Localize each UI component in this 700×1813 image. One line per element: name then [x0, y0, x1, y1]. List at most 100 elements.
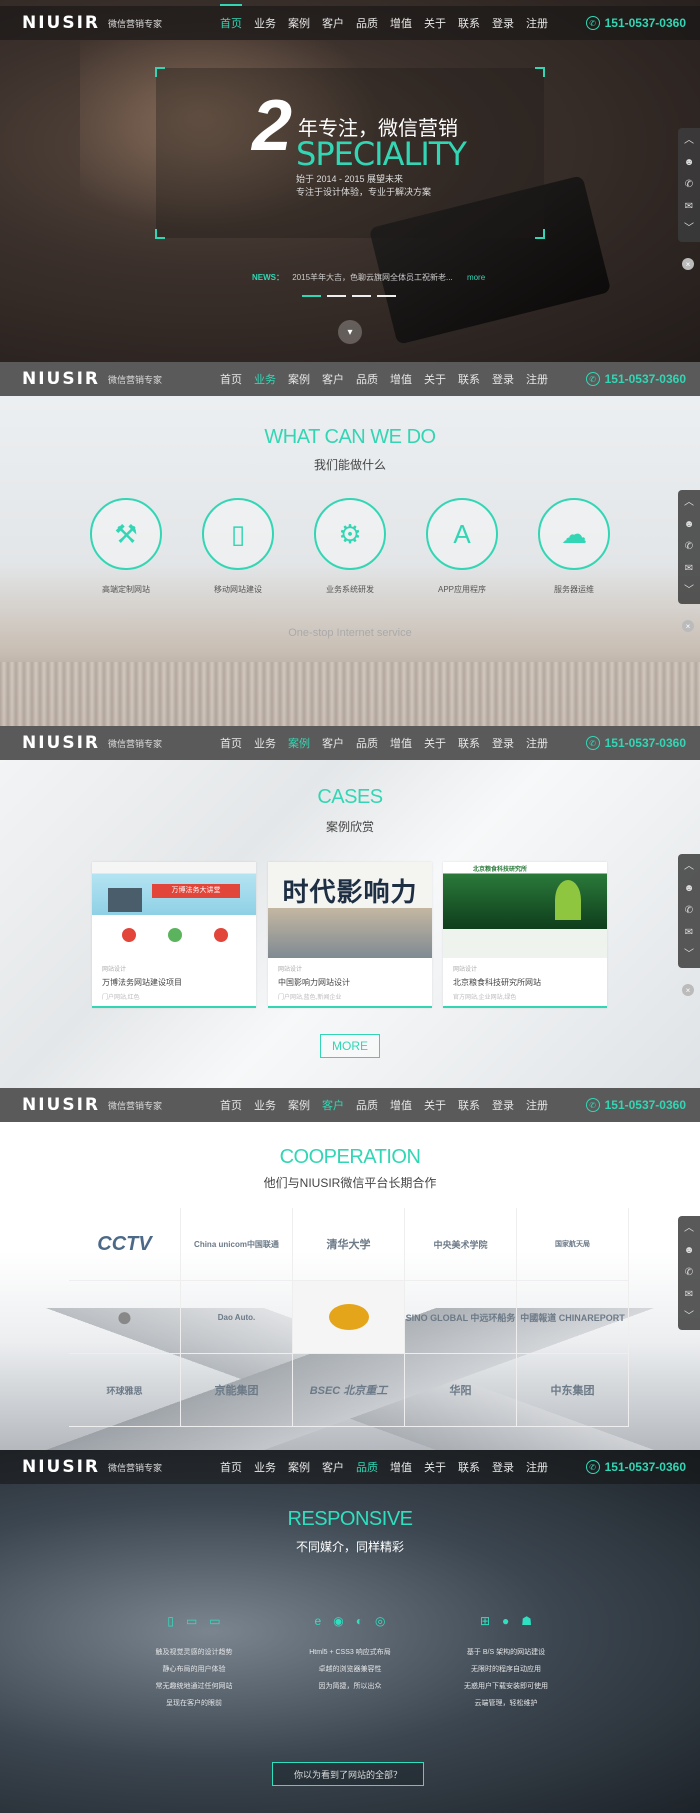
nav-item-login[interactable]: 登录	[486, 735, 520, 751]
nav-item-contact[interactable]: 联系	[452, 1459, 486, 1475]
nav-item-value-added[interactable]: 增值	[384, 1097, 418, 1113]
nav-item-clients[interactable]: 客户	[316, 735, 350, 751]
nav-item-quality[interactable]: 品质	[350, 15, 384, 31]
slider-dot[interactable]	[327, 295, 346, 297]
case-card[interactable]: 万博法务大讲堂 网站设计 万博法务网站建设项目 门户网站,红色	[92, 862, 256, 1008]
nav-item-login[interactable]: 登录	[486, 15, 520, 31]
nav-item-value-added[interactable]: 增值	[384, 371, 418, 387]
nav-item-quality[interactable]: 品质	[350, 1097, 384, 1113]
nav-item-register[interactable]: 注册	[520, 735, 554, 751]
slider-dot[interactable]	[302, 295, 321, 297]
phone-contact[interactable]: ✆ 151-0537-0360	[585, 736, 686, 750]
nav-item-about[interactable]: 关于	[418, 1097, 452, 1113]
nav-item-quality[interactable]: 品质	[350, 735, 384, 751]
nav-item-contact[interactable]: 联系	[452, 371, 486, 387]
nav-item-about[interactable]: 关于	[418, 735, 452, 751]
nav-item-cases[interactable]: 案例	[282, 15, 316, 31]
close-icon[interactable]: ×	[682, 258, 694, 270]
logo[interactable]: NIUSIR	[22, 733, 100, 753]
arrow-down-icon[interactable]: ﹀	[684, 1307, 694, 1327]
case-card[interactable]: 北京粮食科技研究所 网站设计 北京粮食科技研究所网站 官方网站,企业网站,绿色	[443, 862, 607, 1008]
phone-icon[interactable]: ✆	[685, 901, 693, 921]
close-icon[interactable]: ×	[682, 984, 694, 996]
arrow-up-icon[interactable]: ︿	[684, 1219, 694, 1239]
nav-item-cases[interactable]: 案例	[282, 735, 316, 751]
nav-item-value-added[interactable]: 增值	[384, 1459, 418, 1475]
wechat-icon[interactable]: ✉	[685, 1285, 693, 1305]
news-text[interactable]: 2015羊年大吉，色聊云旗网全体员工祝新老...	[292, 273, 452, 282]
phone-icon[interactable]: ✆	[685, 175, 693, 195]
service-item[interactable]: A APP应用程序	[422, 498, 502, 595]
nav-item-login[interactable]: 登录	[486, 1097, 520, 1113]
nav-item-about[interactable]: 关于	[418, 15, 452, 31]
nav-item-home[interactable]: 首页	[214, 1459, 248, 1475]
nav-item-contact[interactable]: 联系	[452, 1097, 486, 1113]
phone-icon[interactable]: ✆	[685, 1263, 693, 1283]
nav-item-about[interactable]: 关于	[418, 371, 452, 387]
news-more-link[interactable]: more	[467, 273, 485, 282]
nav-item-register[interactable]: 注册	[520, 1459, 554, 1475]
service-item[interactable]: ⚙ 业务系统研发	[310, 498, 390, 595]
wechat-icon[interactable]: ✉	[685, 923, 693, 943]
arrow-up-icon[interactable]: ︿	[684, 857, 694, 877]
slider-dot[interactable]	[377, 295, 396, 297]
nav-item-clients[interactable]: 客户	[316, 15, 350, 31]
nav-item-about[interactable]: 关于	[418, 1459, 452, 1475]
logo[interactable]: NIUSIR	[22, 1095, 100, 1115]
arrow-up-icon[interactable]: ︿	[684, 493, 694, 513]
arrow-down-icon[interactable]: ﹀	[684, 219, 694, 239]
nav-item-home[interactable]: 首页	[214, 371, 248, 387]
phone-contact[interactable]: ✆ 151-0537-0360	[585, 16, 686, 30]
wechat-icon[interactable]: ✉	[685, 559, 693, 579]
qq-icon[interactable]: ☻	[684, 879, 695, 899]
nav-item-business[interactable]: 业务	[248, 735, 282, 751]
service-item[interactable]: ▯ 移动网站建设	[198, 498, 278, 595]
nav-item-business[interactable]: 业务	[248, 371, 282, 387]
arrow-up-icon[interactable]: ︿	[684, 131, 694, 151]
see-more-button[interactable]: 你以为看到了网站的全部？	[272, 1762, 424, 1786]
nav-item-home[interactable]: 首页	[214, 735, 248, 751]
logo[interactable]: NIUSIR	[22, 369, 100, 389]
logo[interactable]: NIUSIR	[22, 13, 100, 33]
nav-item-business[interactable]: 业务	[248, 1097, 282, 1113]
qq-icon[interactable]: ☻	[684, 153, 695, 173]
arrow-down-icon[interactable]: ﹀	[684, 581, 694, 601]
arrow-down-icon[interactable]: ﹀	[684, 945, 694, 965]
nav-item-register[interactable]: 注册	[520, 15, 554, 31]
nav-item-register[interactable]: 注册	[520, 371, 554, 387]
nav-item-quality[interactable]: 品质	[350, 371, 384, 387]
nav-item-quality[interactable]: 品质	[350, 1459, 384, 1475]
nav-item-login[interactable]: 登录	[486, 1459, 520, 1475]
nav-item-clients[interactable]: 客户	[316, 371, 350, 387]
phone-contact[interactable]: ✆ 151-0537-0360	[585, 1460, 686, 1474]
logo[interactable]: NIUSIR	[22, 1457, 100, 1477]
nav-item-cases[interactable]: 案例	[282, 371, 316, 387]
service-item[interactable]: ⚒ 高端定制网站	[86, 498, 166, 595]
nav-item-contact[interactable]: 联系	[452, 15, 486, 31]
qq-icon[interactable]: ☻	[684, 1241, 695, 1261]
qq-icon[interactable]: ☻	[684, 515, 695, 535]
phone-icon[interactable]: ✆	[685, 537, 693, 557]
service-item[interactable]: ☁ 服务器运维	[534, 498, 614, 595]
nav-item-clients[interactable]: 客户	[316, 1459, 350, 1475]
close-icon[interactable]: ×	[682, 620, 694, 632]
slider-dot[interactable]	[352, 295, 371, 297]
nav-item-contact[interactable]: 联系	[452, 735, 486, 751]
nav-item-cases[interactable]: 案例	[282, 1097, 316, 1113]
wechat-icon[interactable]: ✉	[685, 197, 693, 217]
nav-item-home[interactable]: 首页	[214, 1097, 248, 1113]
nav-item-clients[interactable]: 客户	[316, 1097, 350, 1113]
nav-item-login[interactable]: 登录	[486, 371, 520, 387]
nav-item-register[interactable]: 注册	[520, 1097, 554, 1113]
phone-contact[interactable]: ✆ 151-0537-0360	[585, 372, 686, 386]
nav-item-business[interactable]: 业务	[248, 1459, 282, 1475]
case-card[interactable]: 时代影响力 网站设计 中国影响力网站设计 门户网站,蓝色,新闻企业	[268, 862, 432, 1008]
more-button[interactable]: MORE	[320, 1034, 380, 1058]
nav-item-value-added[interactable]: 增值	[384, 15, 418, 31]
phone-contact[interactable]: ✆ 151-0537-0360	[585, 1098, 686, 1112]
scroll-down-button[interactable]: ▾	[338, 320, 362, 344]
nav-item-value-added[interactable]: 增值	[384, 735, 418, 751]
nav-item-business[interactable]: 业务	[248, 15, 282, 31]
nav-item-cases[interactable]: 案例	[282, 1459, 316, 1475]
nav-item-home[interactable]: 首页	[214, 4, 248, 31]
